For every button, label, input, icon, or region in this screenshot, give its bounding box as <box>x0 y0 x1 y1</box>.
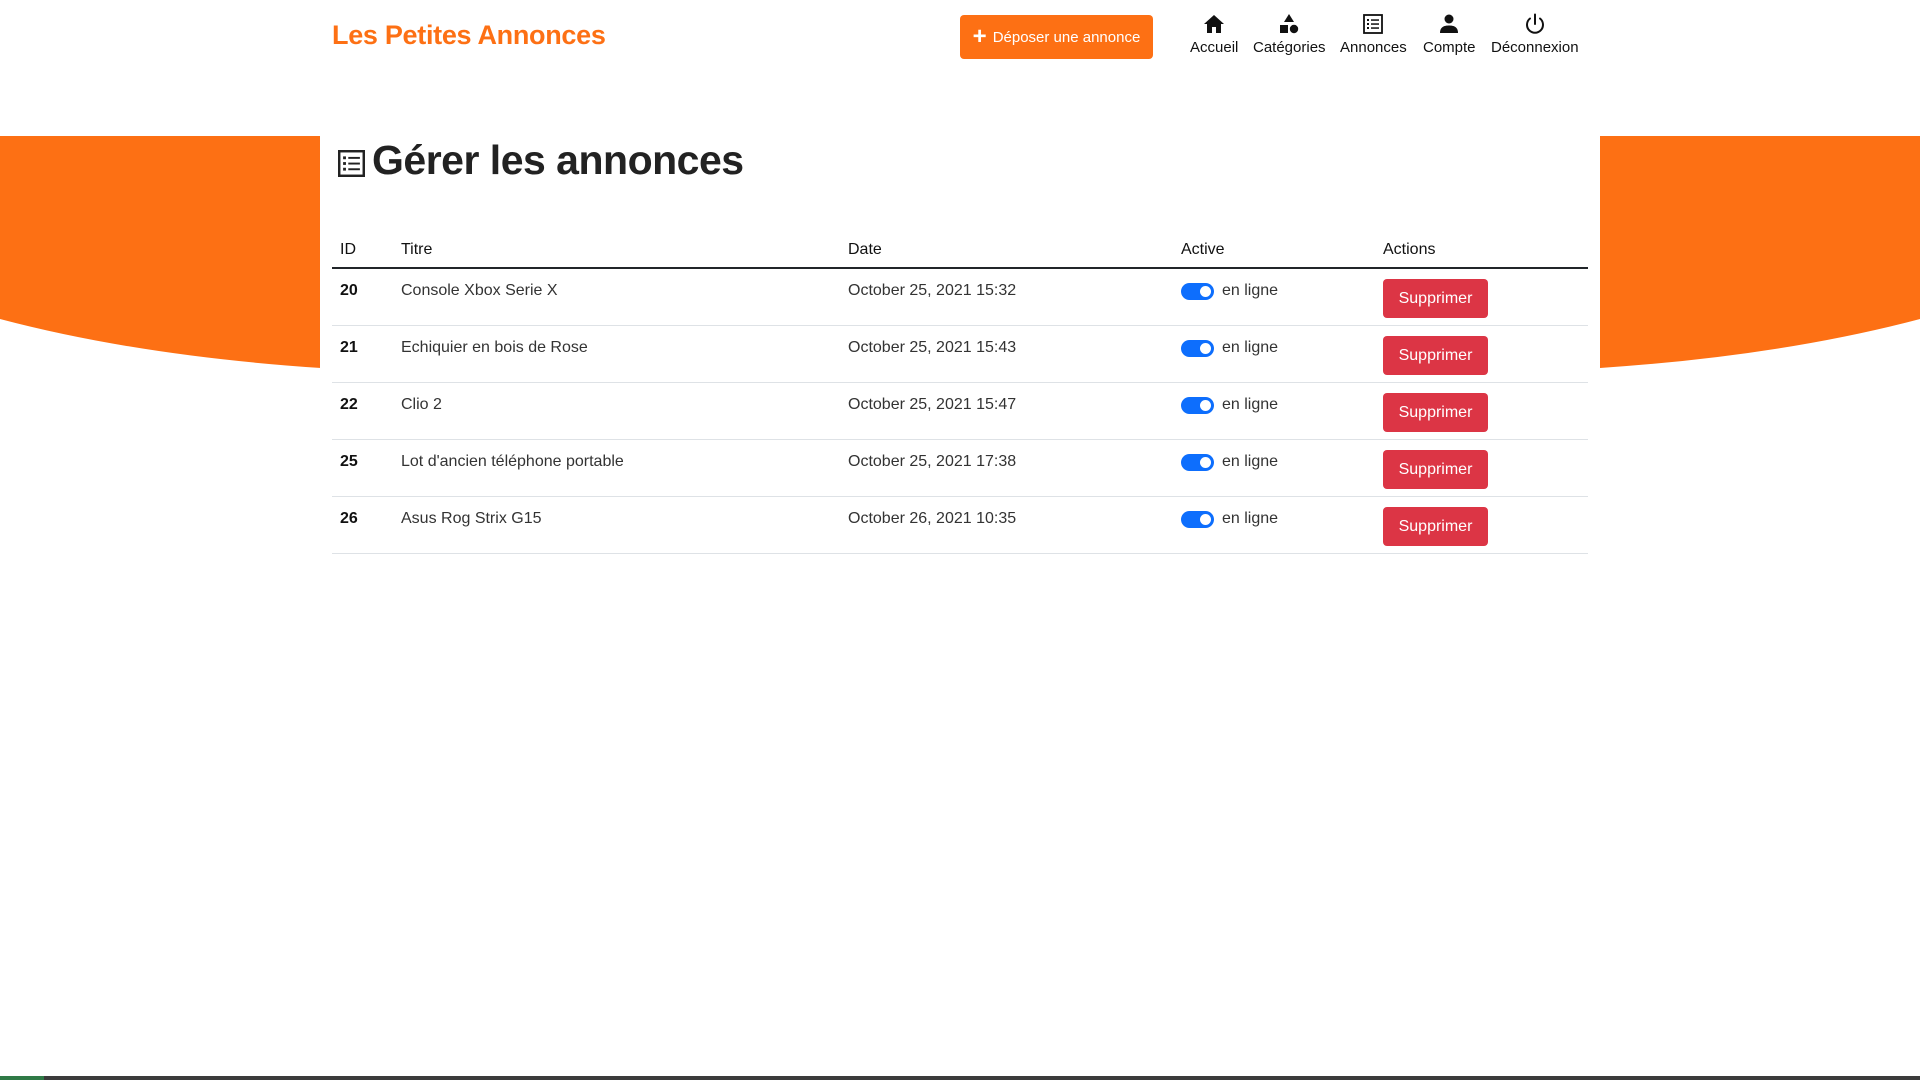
status-label: en ligne <box>1222 510 1279 527</box>
cell-date: October 25, 2021 15:32 <box>840 268 1173 326</box>
active-toggle[interactable] <box>1181 396 1214 414</box>
ad-date: October 25, 2021 17:38 <box>848 453 1017 470</box>
nav-item-categories[interactable]: Catégories <box>1253 12 1326 56</box>
main-content: Gérer les annonces ID Titre Date Active … <box>320 136 1600 1080</box>
ad-title: Asus Rog Strix G15 <box>401 510 542 527</box>
cell-date: October 25, 2021 15:47 <box>840 382 1173 440</box>
cell-date: October 25, 2021 17:38 <box>840 439 1173 497</box>
ad-title: Clio 2 <box>401 396 442 413</box>
cell-title: Console Xbox Serie X <box>393 268 840 326</box>
table-header-row: ID Titre Date Active Actions <box>332 233 1588 269</box>
nav-item-compte[interactable]: Compte <box>1423 12 1476 56</box>
nav-label-annonces: Annonces <box>1340 39 1407 56</box>
column-header-date: Date <box>840 233 1173 269</box>
delete-button[interactable]: Supprimer <box>1383 393 1488 432</box>
ad-date: October 25, 2021 15:32 <box>848 282 1017 299</box>
ad-id: 21 <box>340 339 358 356</box>
user-icon <box>1440 14 1459 33</box>
post-ad-button[interactable]: + Déposer une annonce <box>960 15 1153 59</box>
cell-id: 20 <box>332 268 393 326</box>
decorative-wave-right <box>1600 136 1920 368</box>
table-row: 20 Console Xbox Serie X October 25, 2021… <box>332 268 1588 326</box>
ad-id: 20 <box>340 282 358 299</box>
cell-actions: Supprimer <box>1375 382 1588 440</box>
nav-label-deconnexion: Déconnexion <box>1491 39 1579 56</box>
delete-button[interactable]: Supprimer <box>1383 336 1488 375</box>
home-icon <box>1204 15 1225 33</box>
nav-item-annonces[interactable]: Annonces <box>1340 12 1407 56</box>
cell-title: Asus Rog Strix G15 <box>393 496 840 554</box>
list-icon <box>1363 14 1384 34</box>
ad-date: October 25, 2021 15:43 <box>848 339 1017 356</box>
ad-title: Console Xbox Serie X <box>401 282 558 299</box>
bottom-bar-accent <box>0 1076 44 1080</box>
status-label: en ligne <box>1222 339 1279 356</box>
nav-item-deconnexion[interactable]: Déconnexion <box>1491 12 1579 56</box>
table-row: 25 Lot d'ancien téléphone portable Octob… <box>332 439 1588 497</box>
status-label: en ligne <box>1222 396 1279 413</box>
nav-label-accueil: Accueil <box>1190 39 1239 56</box>
cell-date: October 26, 2021 10:35 <box>840 496 1173 554</box>
column-header-title: Titre <box>393 233 840 269</box>
plus-icon: + <box>972 23 987 50</box>
active-toggle[interactable] <box>1181 282 1214 300</box>
cell-id: 21 <box>332 325 393 383</box>
page-title: Gérer les annonces <box>372 136 744 183</box>
column-header-actions: Actions <box>1375 233 1588 269</box>
cell-id: 22 <box>332 382 393 440</box>
cell-actions: Supprimer <box>1375 439 1588 497</box>
active-toggle[interactable] <box>1181 339 1214 357</box>
ad-title: Echiquier en bois de Rose <box>401 339 588 356</box>
delete-button[interactable]: Supprimer <box>1383 279 1488 318</box>
list-icon <box>338 149 365 177</box>
delete-button[interactable]: Supprimer <box>1383 450 1488 489</box>
cell-actions: Supprimer <box>1375 325 1588 383</box>
cell-id: 25 <box>332 439 393 497</box>
table-row: 22 Clio 2 October 25, 2021 15:47 en lign… <box>332 382 1588 440</box>
cell-actions: Supprimer <box>1375 268 1588 326</box>
power-icon <box>1525 13 1544 34</box>
ad-id: 22 <box>340 396 358 413</box>
nav-label-compte: Compte <box>1423 39 1476 56</box>
decorative-wave-left <box>0 136 321 368</box>
table-row: 26 Asus Rog Strix G15 October 26, 2021 1… <box>332 496 1588 554</box>
delete-button[interactable]: Supprimer <box>1383 507 1488 546</box>
nav-item-accueil[interactable]: Accueil <box>1190 12 1238 56</box>
cell-active: en ligne <box>1173 325 1375 383</box>
brand-logo[interactable]: Les Petites Annonces <box>332 20 606 51</box>
cell-active: en ligne <box>1173 382 1375 440</box>
ads-table: ID Titre Date Active Actions 20 Console … <box>332 233 1588 554</box>
ad-id: 25 <box>340 453 358 470</box>
active-toggle[interactable] <box>1181 453 1214 471</box>
cell-active: en ligne <box>1173 439 1375 497</box>
top-header: Les Petites Annonces + Déposer une annon… <box>0 0 1920 136</box>
ad-title: Lot d'ancien téléphone portable <box>401 453 624 470</box>
cell-active: en ligne <box>1173 268 1375 326</box>
active-toggle[interactable] <box>1181 510 1214 528</box>
page: Les Petites Annonces + Déposer une annon… <box>0 0 1920 1080</box>
table-row: 21 Echiquier en bois de Rose October 25,… <box>332 325 1588 383</box>
cell-active: en ligne <box>1173 496 1375 554</box>
page-title-row: Gérer les annonces <box>336 136 744 184</box>
bottom-bar <box>0 1076 1920 1080</box>
ad-date: October 25, 2021 15:47 <box>848 396 1017 413</box>
column-header-id: ID <box>332 233 393 269</box>
status-label: en ligne <box>1222 282 1279 299</box>
status-label: en ligne <box>1222 453 1279 470</box>
cell-title: Clio 2 <box>393 382 840 440</box>
cell-title: Lot d'ancien téléphone portable <box>393 439 840 497</box>
shapes-icon <box>1280 14 1299 34</box>
ad-date: October 26, 2021 10:35 <box>848 510 1017 527</box>
cell-title: Echiquier en bois de Rose <box>393 325 840 383</box>
nav-label-categories: Catégories <box>1253 39 1326 56</box>
ad-id: 26 <box>340 510 358 527</box>
cell-actions: Supprimer <box>1375 496 1588 554</box>
cell-date: October 25, 2021 15:43 <box>840 325 1173 383</box>
column-header-active: Active <box>1173 233 1375 269</box>
post-ad-label: Déposer une annonce <box>992 28 1141 46</box>
cell-id: 26 <box>332 496 393 554</box>
